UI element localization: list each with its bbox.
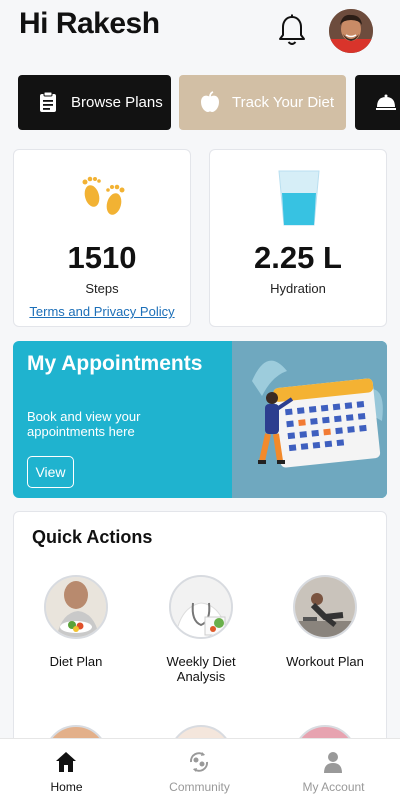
workout-plan-image — [293, 575, 357, 639]
view-appointments-button[interactable]: View — [27, 456, 74, 488]
weekly-diet-analysis-label: Weekly Diet Analysis — [166, 654, 236, 684]
diet-plan-image — [44, 575, 108, 639]
appointments-subtitle: Book and view your appointments here — [27, 409, 141, 439]
greeting-title: Hi Rakesh — [19, 7, 160, 40]
nav-home[interactable]: Home — [0, 739, 133, 800]
steps-label: Steps — [85, 281, 119, 296]
steps-value: 1510 — [67, 240, 137, 275]
diet-plan-label: Diet Plan — [49, 654, 103, 669]
nav-my-account[interactable]: My Account — [267, 739, 400, 800]
browse-plans-label: Browse Plans — [71, 94, 163, 111]
clipboard-icon — [37, 91, 59, 113]
nav-home-label: Home — [50, 780, 83, 794]
workout-plan-label: Workout Plan — [286, 654, 364, 669]
terms-privacy-link[interactable]: Terms and Privacy Policy — [14, 304, 190, 319]
quick-chips-row: Browse Plans Track Your Diet — [0, 75, 400, 131]
hydration-card[interactable]: 2.25 L Hydration — [209, 149, 387, 327]
app-screen: Hi Rakesh Browse Plans Track Your Diet 1… — [0, 0, 400, 800]
user-avatar[interactable] — [329, 9, 373, 53]
water-glass-icon — [277, 169, 321, 227]
appointments-title: My Appointments — [27, 352, 203, 375]
apple-icon — [199, 91, 221, 113]
home-icon — [54, 750, 78, 774]
third-chip[interactable] — [355, 75, 400, 130]
quick-actions-title: Quick Actions — [32, 527, 153, 547]
steps-card[interactable]: 1510 Steps Terms and Privacy Policy — [13, 149, 191, 327]
hydration-value: 2.25 L — [254, 240, 342, 275]
appointments-banner[interactable]: My Appointments Book and view your appoi… — [13, 341, 387, 498]
nav-my-account-label: My Account — [302, 780, 365, 794]
hydration-label: Hydration — [270, 281, 326, 296]
header: Hi Rakesh — [0, 0, 400, 64]
cloche-icon — [375, 91, 397, 113]
community-icon — [187, 750, 211, 774]
weekly-diet-analysis-image — [169, 575, 233, 639]
nav-community[interactable]: Community — [133, 739, 266, 800]
footprints-icon — [78, 174, 130, 222]
calendar-illustration — [232, 341, 387, 498]
browse-plans-chip[interactable]: Browse Plans — [18, 75, 171, 130]
track-diet-chip[interactable]: Track Your Diet — [179, 75, 346, 130]
account-icon — [321, 750, 345, 774]
bottom-navigation: Home Community My Account — [0, 738, 400, 800]
bell-icon[interactable] — [276, 14, 308, 48]
nav-community-label: Community — [169, 780, 230, 794]
track-diet-label: Track Your Diet — [232, 94, 334, 111]
